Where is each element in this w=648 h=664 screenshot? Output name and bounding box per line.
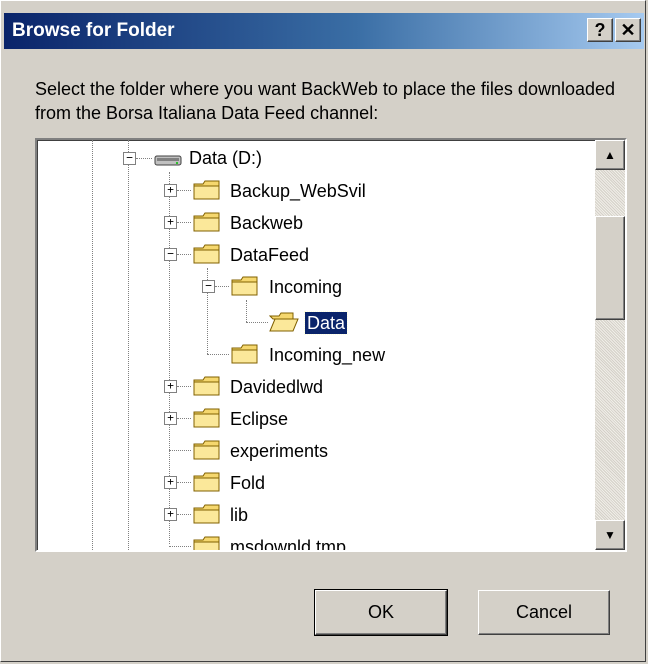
folder-icon	[193, 535, 221, 550]
folder-icon	[193, 211, 221, 233]
folder-icon	[193, 179, 221, 201]
help-button[interactable]: ?	[587, 18, 613, 42]
tree-connector	[177, 514, 191, 515]
tree-connector	[207, 354, 229, 355]
tree-connector	[136, 158, 152, 159]
tree-item-label[interactable]: DataFeed	[230, 244, 309, 266]
folder-tree[interactable]: − Data (D:) + Backup_WebSvil + Backweb −…	[35, 138, 627, 552]
browse-for-folder-dialog: Browse for Folder ? ✕ Select the folder …	[0, 0, 646, 662]
collapse-expander[interactable]: −	[202, 280, 215, 293]
expand-expander[interactable]: +	[164, 508, 177, 521]
vertical-scrollbar[interactable]: ▲ ▼	[595, 140, 625, 550]
tree-connector	[177, 418, 191, 419]
scroll-down-button[interactable]: ▼	[595, 520, 625, 550]
folder-icon	[193, 471, 221, 493]
tree-item-label[interactable]: experiments	[230, 440, 328, 462]
expand-expander[interactable]: +	[164, 412, 177, 425]
tree-connector	[169, 450, 191, 451]
folder-icon	[193, 407, 221, 429]
open-folder-icon	[269, 311, 299, 333]
expand-expander[interactable]: +	[164, 476, 177, 489]
tree-item-label-selected[interactable]: Data	[303, 311, 349, 335]
drive-icon	[153, 148, 182, 170]
folder-icon	[231, 343, 259, 365]
tree-item-label[interactable]: Backweb	[230, 212, 303, 234]
scroll-up-button[interactable]: ▲	[595, 140, 625, 170]
folder-icon	[231, 275, 259, 297]
collapse-expander[interactable]: −	[123, 152, 136, 165]
tree-item-label[interactable]: Eclipse	[230, 408, 288, 430]
expand-expander[interactable]: +	[164, 380, 177, 393]
tree-connector	[177, 482, 191, 483]
folder-icon	[193, 503, 221, 525]
ok-button[interactable]: OK	[314, 589, 448, 636]
tree-item-label[interactable]: Backup_WebSvil	[230, 180, 366, 202]
cancel-button[interactable]: Cancel	[478, 590, 610, 635]
folder-icon	[193, 375, 221, 397]
tree-item-label[interactable]: Davidedlwd	[230, 376, 323, 398]
tree-item-label[interactable]: Incoming_new	[269, 344, 385, 366]
folder-icon	[193, 243, 221, 265]
tree-connector	[246, 322, 268, 323]
tree-connector	[177, 386, 191, 387]
tree-item-label[interactable]: Incoming	[269, 276, 342, 298]
tree-item-label[interactable]: Fold	[230, 472, 265, 494]
instructions-text: Select the folder where you want BackWeb…	[35, 79, 616, 123]
tree-connector	[169, 546, 191, 547]
tree-item-label[interactable]: lib	[230, 504, 248, 526]
scroll-thumb[interactable]	[595, 216, 625, 320]
tree-guide-line	[246, 300, 247, 322]
expand-expander[interactable]: +	[164, 216, 177, 229]
tree-item-label[interactable]: msdownld.tmp	[230, 536, 346, 550]
tree-connector	[177, 254, 191, 255]
title-bar[interactable]: Browse for Folder ? ✕	[4, 13, 644, 49]
close-button[interactable]: ✕	[615, 18, 641, 42]
tree-connector	[177, 222, 191, 223]
tree-guide-line	[92, 140, 93, 550]
tree-connector	[177, 190, 191, 191]
window-title: Browse for Folder	[12, 20, 175, 41]
tree-guide-line	[128, 140, 129, 550]
folder-icon	[193, 439, 221, 461]
tree-item-label[interactable]: Data (D:)	[189, 147, 262, 169]
collapse-expander[interactable]: −	[164, 248, 177, 261]
tree-connector	[215, 286, 229, 287]
expand-expander[interactable]: +	[164, 184, 177, 197]
